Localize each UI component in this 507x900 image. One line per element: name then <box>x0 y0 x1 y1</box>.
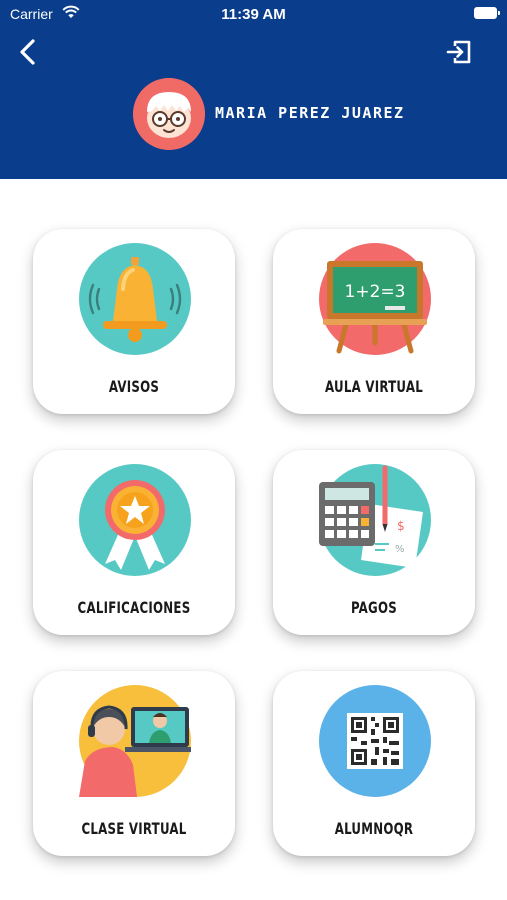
menu-card-aula-virtual[interactable]: 1+2=3 AULA VIRTUAL <box>273 229 475 414</box>
student-avatar-icon <box>133 78 205 150</box>
menu-card-label: CALIFICACIONES <box>77 598 191 617</box>
menu-card-clase-virtual[interactable]: CLASE VIRTUAL <box>33 671 235 856</box>
chalkboard-icon: 1+2=3 <box>319 243 431 355</box>
menu-card-label: AULA VIRTUAL <box>325 377 423 396</box>
status-bar: Carrier 11:39 AM <box>0 0 507 28</box>
svg-text:%: % <box>395 544 405 555</box>
battery-icon <box>474 7 500 19</box>
menu-card-calificaciones[interactable]: CALIFICACIONES <box>33 450 235 635</box>
back-button[interactable] <box>14 37 44 67</box>
user-name: MARIA PEREZ JUAREZ <box>215 104 405 122</box>
menu-card-label: ALUMNOQR <box>334 819 414 838</box>
qr-code-icon <box>319 685 431 797</box>
video-call-icon <box>79 685 191 797</box>
menu-card-label: CLASE VIRTUAL <box>81 819 187 838</box>
app-header: Carrier 11:39 AM MARIA PEREZ JUAREZ <box>0 0 507 179</box>
calculator-receipt-icon: $ % <box>319 464 431 576</box>
menu-card-avisos[interactable]: AVISOS <box>33 229 235 414</box>
menu-card-alumnoqr[interactable]: ALUMNOQR <box>273 671 475 856</box>
menu-card-pagos[interactable]: $ % PAGOS <box>273 450 475 635</box>
svg-text:1+2=3: 1+2=3 <box>345 282 406 302</box>
menu-card-label: AVISOS <box>108 377 160 396</box>
svg-text:$: $ <box>397 519 405 533</box>
user-avatar <box>133 78 205 150</box>
award-ribbon-icon <box>79 464 191 576</box>
chevron-left-icon <box>20 39 35 65</box>
status-time: 11:39 AM <box>221 6 286 23</box>
menu-card-label: PAGOS <box>350 598 398 617</box>
logout-button[interactable] <box>444 37 474 67</box>
logout-icon <box>446 40 471 64</box>
bell-icon <box>79 243 191 355</box>
